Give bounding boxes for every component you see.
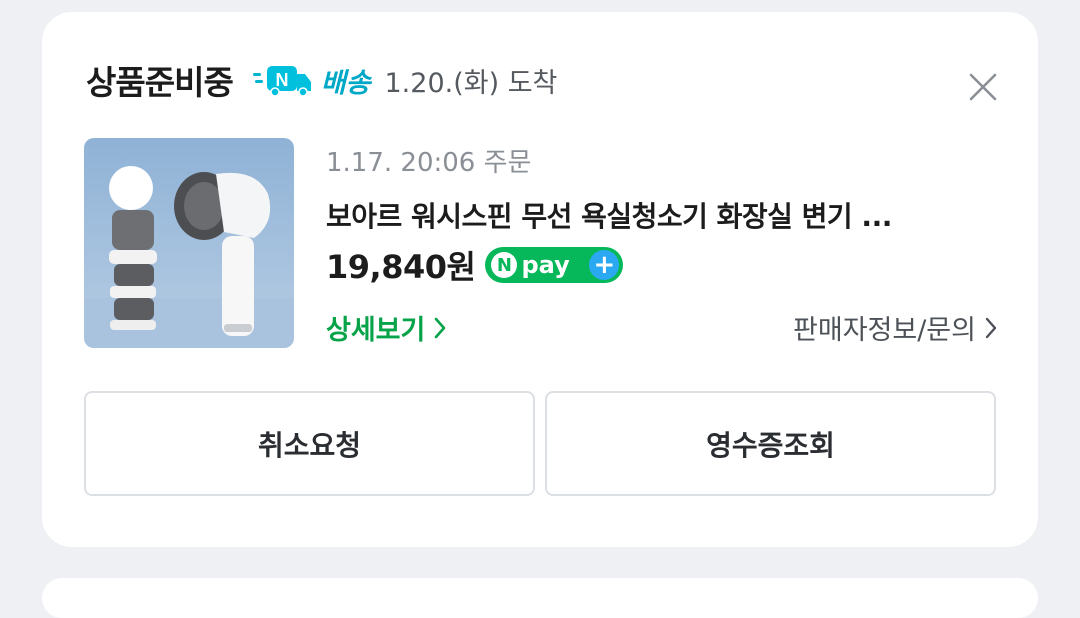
plus-icon: +	[589, 250, 620, 280]
cancel-request-button[interactable]: 취소요청	[84, 391, 535, 496]
chevron-right-icon	[984, 316, 998, 340]
close-button[interactable]	[964, 68, 1002, 106]
price-row: 19,840원 N pay +	[326, 242, 624, 288]
n-delivery-truck-icon: N	[252, 62, 315, 98]
seller-info-label: 판매자정보/문의	[793, 315, 976, 346]
delivery-date: 1.20.(화) 도착	[384, 67, 558, 99]
npay-plus-badge: N pay +	[485, 247, 624, 283]
order-date: 1.17. 20:06 주문	[326, 148, 532, 178]
order-header: 상품준비중 N 배송 1.20.(화) 도착	[86, 58, 557, 102]
product-price: 19,840원	[326, 248, 476, 286]
order-status: 상품준비중	[86, 63, 234, 102]
seller-info-link[interactable]: 판매자정보/문의	[793, 308, 998, 347]
detail-link[interactable]: 상세보기	[326, 308, 447, 347]
product-thumbnail[interactable]	[84, 138, 294, 348]
order-card: 상품준비중 N 배송 1.20.(화) 도착 1.17. 20:06 주문 보아…	[42, 12, 1038, 547]
close-icon	[969, 73, 997, 101]
delivery-label: 배송	[320, 67, 371, 99]
detail-link-label: 상세보기	[326, 315, 426, 346]
npay-n-icon: N	[491, 252, 518, 278]
chevron-right-icon	[433, 316, 447, 340]
next-order-card	[42, 578, 1038, 618]
product-name[interactable]: 보아르 워시스핀 무선 욕실청소기 화장실 변기 ...	[326, 195, 1006, 235]
npay-label: pay	[521, 251, 570, 279]
receipt-lookup-button[interactable]: 영수증조회	[545, 391, 996, 496]
svg-text:N: N	[275, 70, 288, 90]
